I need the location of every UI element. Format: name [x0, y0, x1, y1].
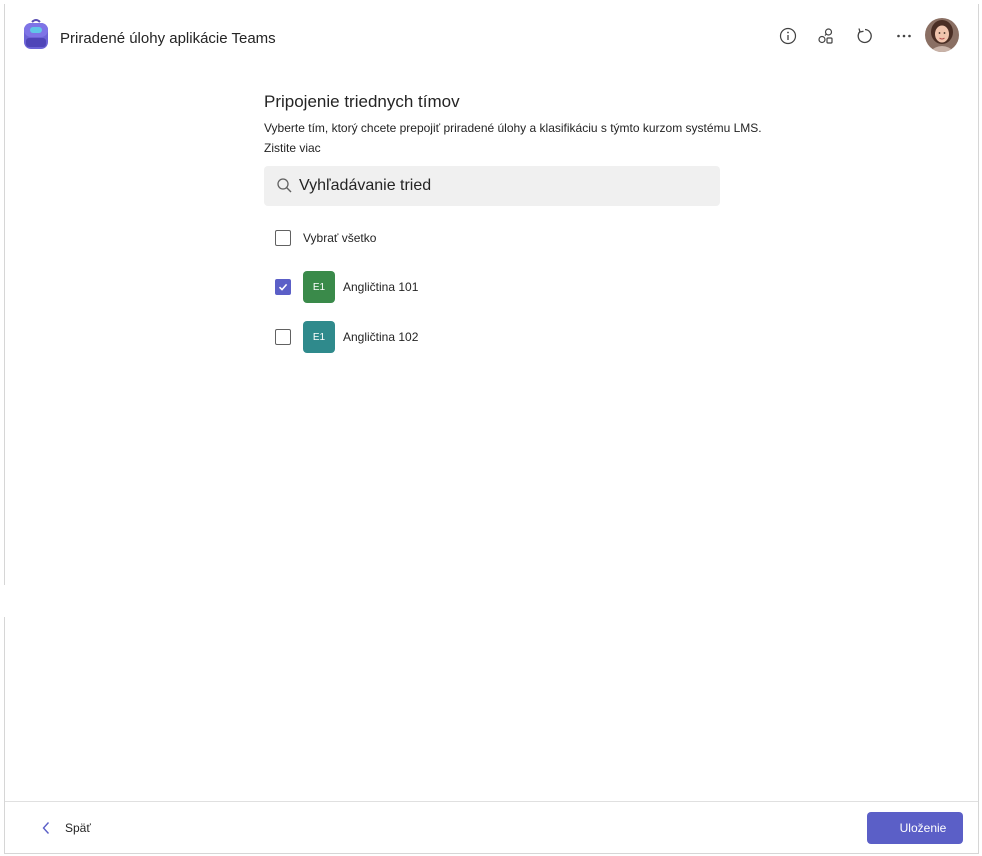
app-window: Priradené úlohy aplikácie Teams Pripojen…	[4, 4, 979, 854]
connect-teams-panel: Pripojenie triednych tímov Vyberte tím, …	[264, 88, 784, 155]
refresh-button[interactable]	[853, 24, 877, 48]
select-all-label: Vybrať všetko	[303, 231, 377, 245]
save-button[interactable]: Uloženie	[867, 812, 963, 844]
team-checkbox[interactable]	[275, 329, 291, 345]
team-row[interactable]: E1 Angličtina 102	[275, 320, 695, 354]
app-title: Priradené úlohy aplikácie Teams	[60, 30, 276, 47]
app-header: Priradené úlohy aplikácie Teams	[5, 4, 978, 72]
checkmark-icon	[278, 283, 288, 291]
select-all-row[interactable]: Vybrať všetko	[275, 221, 695, 255]
page-description: Vyberte tím, ktorý chcete prepojiť prira…	[264, 121, 762, 135]
search-placeholder: Vyhľadávanie tried	[299, 177, 432, 194]
back-button[interactable]: Späť	[41, 818, 91, 838]
learn-more-link[interactable]: Zistite viac	[264, 141, 784, 155]
more-options-icon	[897, 34, 911, 38]
window-edge-gap	[0, 585, 6, 617]
chevron-left-icon	[42, 822, 50, 834]
user-avatar[interactable]	[925, 18, 959, 52]
footer-bar: Späť Uloženie	[5, 801, 978, 854]
more-options-button[interactable]	[892, 24, 916, 48]
team-name: Angličtina 102	[343, 330, 419, 344]
user-avatar-image	[925, 18, 959, 52]
team-row[interactable]: E1 Angličtina 101	[275, 270, 695, 304]
select-all-checkbox[interactable]	[275, 230, 291, 246]
search-input[interactable]: Vyhľadávanie tried	[264, 166, 720, 206]
backpack-icon	[24, 19, 48, 49]
share-link-button[interactable]	[814, 24, 838, 48]
info-icon	[779, 27, 797, 45]
team-checkbox[interactable]	[275, 279, 291, 295]
page-title: Pripojenie triednych tímov	[264, 92, 460, 111]
back-label: Späť	[65, 821, 91, 835]
info-button[interactable]	[776, 24, 800, 48]
team-avatar: E1	[303, 271, 335, 303]
team-name: Angličtina 101	[343, 280, 419, 294]
search-icon	[277, 178, 292, 193]
team-avatar: E1	[303, 321, 335, 353]
refresh-icon	[857, 28, 872, 44]
share-link-icon	[818, 28, 833, 44]
